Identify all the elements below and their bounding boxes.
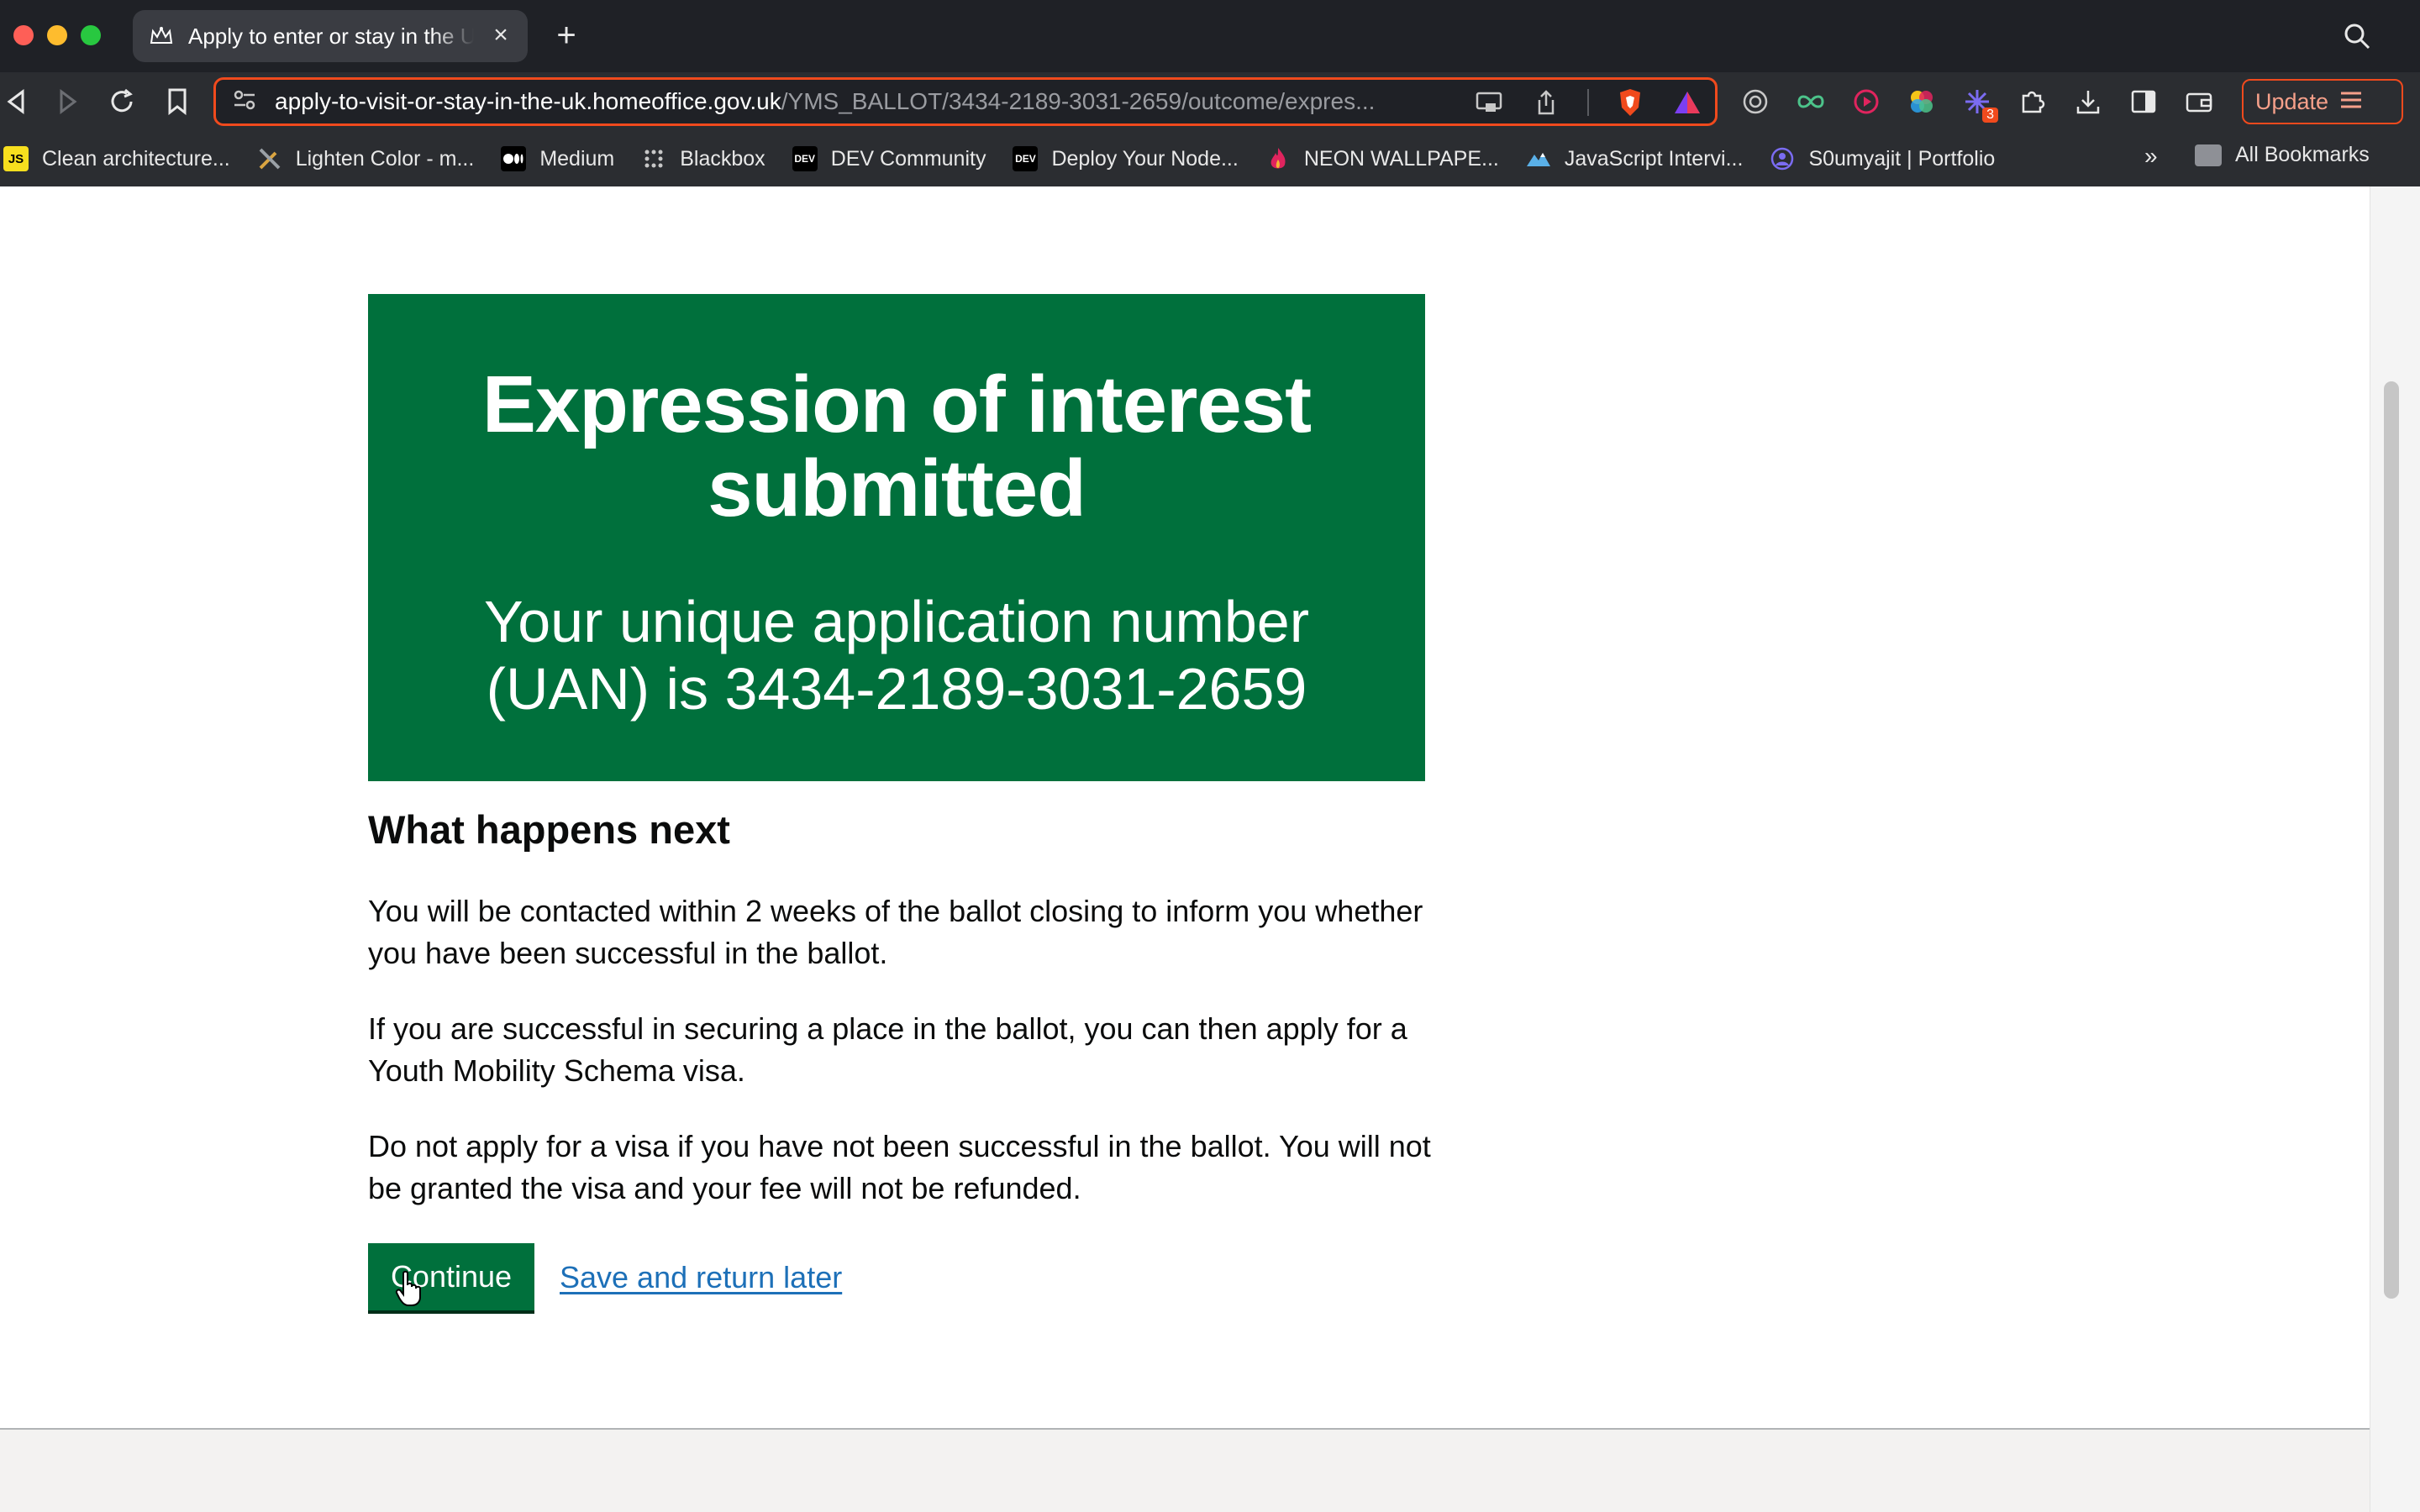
site-settings-icon[interactable] xyxy=(233,90,256,114)
url-path: /YMS_BALLOT/3434-2189-3031-2659/outcome/… xyxy=(781,88,1376,114)
save-and-return-later-link[interactable]: Save and return later xyxy=(560,1260,842,1295)
sidebar-toggle-icon[interactable] xyxy=(2128,86,2160,118)
brave-shields-icon[interactable] xyxy=(1614,87,1646,118)
new-tab-button[interactable]: + xyxy=(551,18,581,52)
extensions-puzzle-icon[interactable] xyxy=(2017,86,2049,118)
dev-icon: DEV xyxy=(792,146,818,171)
back-icon[interactable] xyxy=(0,86,32,118)
bookmark-item-2[interactable]: Medium xyxy=(501,146,614,171)
menu-icon xyxy=(2340,89,2362,115)
continue-button[interactable]: Continue xyxy=(368,1243,534,1310)
bookmark-item-6[interactable]: NEON WALLPAPE... xyxy=(1265,146,1499,171)
js-icon: JS xyxy=(3,146,29,171)
bookmark-item-4[interactable]: DEV DEV Community xyxy=(792,146,986,171)
bookmark-item-3[interactable]: Blackbox xyxy=(641,146,765,171)
wallet-icon[interactable] xyxy=(2183,86,2215,118)
all-bookmarks-button[interactable]: All Bookmarks xyxy=(2195,143,2370,167)
flame-icon xyxy=(1265,146,1291,171)
page-footer xyxy=(0,1428,2370,1512)
folder-icon xyxy=(2195,144,2222,166)
brave-rewards-icon[interactable] xyxy=(1671,87,1703,118)
browser-tab-bar: Apply to enter or stay in the U × + xyxy=(0,0,2420,72)
bookmark-label: Deploy Your Node... xyxy=(1051,146,1239,171)
play-extension-icon[interactable] xyxy=(1850,86,1882,118)
update-button[interactable]: Update xyxy=(2242,79,2403,124)
search-tabs-icon[interactable] xyxy=(2343,22,2371,50)
page-viewport: Expression of interest submitted Your un… xyxy=(0,186,2370,1512)
cast-icon[interactable] xyxy=(1473,87,1505,118)
bookmark-item-7[interactable]: JavaScript Intervi... xyxy=(1526,146,1744,171)
bookmark-label: S0umyajit | Portfolio xyxy=(1808,146,1996,171)
browser-toolbar: apply-to-visit-or-stay-in-the-uk.homeoff… xyxy=(0,72,2420,131)
window-minimize-button[interactable] xyxy=(47,25,67,45)
infinity-extension-icon[interactable] xyxy=(1795,86,1827,118)
hand-cursor-icon xyxy=(395,1270,425,1311)
confirmation-panel: Expression of interest submitted Your un… xyxy=(368,294,1425,781)
bookmark-item-0[interactable]: JS Clean architecture... xyxy=(3,146,230,171)
blackbox-icon xyxy=(641,146,666,171)
reload-icon[interactable] xyxy=(106,86,138,118)
what-happens-next-heading: What happens next xyxy=(368,807,730,852)
bookmarks-bar: JS Clean architecture... Lighten Color -… xyxy=(0,131,2420,186)
bookmark-label: Blackbox xyxy=(680,146,765,171)
url-divider xyxy=(1587,89,1589,116)
bookmark-label: NEON WALLPAPE... xyxy=(1303,146,1499,171)
bookmark-item-1[interactable]: Lighten Color - m... xyxy=(257,146,475,171)
page-scrollbar[interactable] xyxy=(2370,186,2420,1512)
tab-title: Apply to enter or stay in the U xyxy=(188,23,474,49)
downloads-icon[interactable] xyxy=(2072,86,2104,118)
close-tab-icon[interactable]: × xyxy=(489,23,513,48)
bookmark-label: Lighten Color - m... xyxy=(295,146,475,171)
scroll-thumb[interactable] xyxy=(2384,381,2399,1299)
color-picker-extension-icon[interactable] xyxy=(1906,86,1938,118)
bookmark-label: JavaScript Intervi... xyxy=(1564,146,1744,171)
extension-badge: 3 xyxy=(1982,108,1998,123)
bookmark-label: DEV Community xyxy=(830,146,986,171)
bookmark-label: Medium xyxy=(539,146,615,171)
info-paragraph: Do not apply for a visa if you have not … xyxy=(368,1129,1431,1205)
info-paragraph: If you are successful in securing a plac… xyxy=(368,1011,1407,1088)
share-icon[interactable] xyxy=(1530,87,1562,118)
bookmark-item-8[interactable]: S0umyajit | Portfolio xyxy=(1770,146,1995,171)
mountain-icon xyxy=(1526,146,1551,171)
info-paragraph: You will be contacted within 2 weeks of … xyxy=(368,894,1423,970)
address-bar[interactable]: apply-to-visit-or-stay-in-the-uk.homeoff… xyxy=(213,77,1718,126)
panel-title: Expression of interest submitted xyxy=(481,360,1312,533)
forward-icon[interactable] xyxy=(52,86,84,118)
window-close-button[interactable] xyxy=(13,25,34,45)
burst-extension-icon[interactable]: 3 xyxy=(1961,86,1998,123)
tools-icon xyxy=(257,146,282,171)
window-zoom-button[interactable] xyxy=(81,25,101,45)
url-text[interactable]: apply-to-visit-or-stay-in-the-uk.homeoff… xyxy=(275,88,1485,115)
bookmark-icon[interactable] xyxy=(161,86,193,118)
more-bookmarks-button[interactable]: » xyxy=(2144,143,2158,170)
active-tab[interactable]: Apply to enter or stay in the U × xyxy=(133,10,528,62)
bookmark-label: Clean architecture... xyxy=(42,146,230,171)
url-domain: apply-to-visit-or-stay-in-the-uk.homeoff… xyxy=(275,88,781,114)
panel-body: Your unique application number (UAN) is … xyxy=(483,589,1310,722)
dev-icon: DEV xyxy=(1013,146,1039,171)
all-bookmarks-label: All Bookmarks xyxy=(2235,143,2370,166)
target-extension-icon[interactable] xyxy=(1739,86,1771,118)
update-label: Update xyxy=(2255,88,2329,114)
avatar-icon xyxy=(1770,146,1795,171)
bookmark-item-5[interactable]: DEV Deploy Your Node... xyxy=(1013,146,1239,171)
crown-icon xyxy=(150,24,173,48)
medium-icon xyxy=(501,146,527,171)
